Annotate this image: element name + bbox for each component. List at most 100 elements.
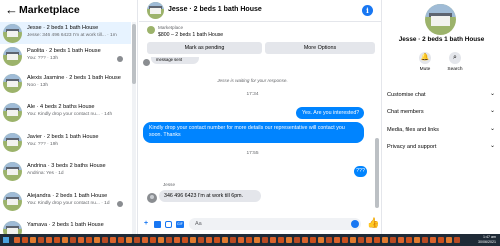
sender-avatar[interactable]: [147, 193, 157, 203]
taskbar-app-icon[interactable]: [262, 237, 268, 243]
taskbar-app-icon[interactable]: [30, 237, 36, 243]
taskbar-app-icon[interactable]: [454, 237, 460, 243]
list-scrollbar-thumb[interactable]: [132, 24, 136, 84]
taskbar-app-icon[interactable]: [86, 237, 92, 243]
chat-title[interactable]: Jesse · 2 beds 1 bath House: [168, 5, 262, 14]
taskbar-app-icon[interactable]: [302, 237, 308, 243]
chat-members-item[interactable]: Chat members ⌄: [387, 105, 496, 119]
listing-thumbnail: [3, 221, 22, 234]
back-arrow-icon[interactable]: ←: [5, 2, 18, 18]
taskbar-app-icon[interactable]: [174, 237, 180, 243]
like-icon[interactable]: 👍: [367, 218, 379, 229]
taskbar-app-icon[interactable]: [406, 237, 412, 243]
taskbar-app-icon[interactable]: [374, 237, 380, 243]
taskbar-app-icon[interactable]: [430, 237, 436, 243]
emoji-icon[interactable]: [351, 220, 359, 228]
taskbar-app-icon[interactable]: [78, 237, 84, 243]
taskbar-app-icon[interactable]: [446, 237, 452, 243]
taskbar-app-icon[interactable]: [326, 237, 332, 243]
taskbar-app-icon[interactable]: [38, 237, 44, 243]
taskbar-app-icon[interactable]: [254, 237, 260, 243]
privacy-support-item[interactable]: Privacy and support ⌄: [387, 140, 496, 154]
conversation-title: Alexis Jasmine · 2 beds 1 bath House: [27, 75, 121, 81]
details-title: Jesse · 2 beds 1 bath House: [398, 36, 485, 43]
taskbar-app-icon[interactable]: [366, 237, 372, 243]
listing-price[interactable]: $800 – 2 beds 1 bath House: [158, 32, 223, 39]
mark-as-pending-button[interactable]: Mark as pending: [147, 42, 262, 54]
taskbar-app-icon[interactable]: [222, 237, 228, 243]
taskbar-app-icon[interactable]: [214, 237, 220, 243]
listing-thumbnail: [3, 24, 22, 43]
taskbar-app-icon[interactable]: [126, 237, 132, 243]
conversation-item[interactable]: Ale · 4 beds 2 baths House You: Kindly d…: [0, 101, 131, 123]
taskbar-app-icon[interactable]: [334, 237, 340, 243]
message-area: message sent Jesse is waiting for your r…: [139, 56, 382, 214]
taskbar-app-icon[interactable]: [70, 237, 76, 243]
gif-icon[interactable]: GIF: [176, 221, 184, 228]
conversation-preview: You: Kindly drop your contact nu... · 1d: [27, 201, 110, 206]
taskbar-app-icon[interactable]: [438, 237, 444, 243]
taskbar-app-icon[interactable]: [54, 237, 60, 243]
media-files-links-item[interactable]: Media, files and links ⌄: [387, 123, 496, 137]
taskbar-app-icon[interactable]: [278, 237, 284, 243]
taskbar-app-icon[interactable]: [318, 237, 324, 243]
taskbar-app-icon[interactable]: [110, 237, 116, 243]
conversation-preview: You: ??? · 19h: [27, 142, 59, 147]
chat-avatar[interactable]: [147, 2, 164, 19]
info-icon[interactable]: i: [362, 5, 373, 16]
conversation-item[interactable]: Jesse · 2 beds 1 bath House Jesse: 346 4…: [0, 22, 131, 44]
os-taskbar: 1:47 am 30/06/2021: [0, 234, 500, 246]
taskbar-app-icon[interactable]: [342, 237, 348, 243]
conversation-item[interactable]: Yamava · 2 beds 1 bath House: [0, 219, 131, 234]
sticker-icon[interactable]: [165, 221, 172, 228]
conversation-item[interactable]: Alexis Jasmine · 2 beds 1 bath House Noo…: [0, 72, 131, 94]
listing-photo[interactable]: [425, 4, 456, 35]
windows-start-icon[interactable]: [3, 237, 9, 243]
taskbar-app-icon[interactable]: [62, 237, 68, 243]
taskbar-app-icon[interactable]: [286, 237, 292, 243]
taskbar-app-icon[interactable]: [382, 237, 388, 243]
taskbar-clock[interactable]: 1:47 am 30/06/2021: [474, 235, 496, 245]
taskbar-app-icon[interactable]: [206, 237, 212, 243]
image-icon[interactable]: [154, 221, 161, 228]
plus-icon[interactable]: +: [142, 220, 150, 228]
taskbar-app-icon[interactable]: [166, 237, 172, 243]
timestamp: 17:55: [246, 151, 259, 156]
taskbar-app-icon[interactable]: [134, 237, 140, 243]
listing-thumbnail: [3, 162, 22, 181]
taskbar-app-icon[interactable]: [422, 237, 428, 243]
taskbar-app-icon[interactable]: [294, 237, 300, 243]
taskbar-app-icon[interactable]: [46, 237, 52, 243]
taskbar-app-icon[interactable]: [310, 237, 316, 243]
taskbar-app-icon[interactable]: [22, 237, 28, 243]
conversation-item[interactable]: Alejandra · 2 beds 1 bath House You: Kin…: [0, 190, 131, 212]
taskbar-app-icon[interactable]: [230, 237, 236, 243]
taskbar-app-icon[interactable]: [246, 237, 252, 243]
taskbar-app-icon[interactable]: [198, 237, 204, 243]
taskbar-app-icon[interactable]: [350, 237, 356, 243]
taskbar-app-icon[interactable]: [390, 237, 396, 243]
taskbar-app-icon[interactable]: [190, 237, 196, 243]
taskbar-app-icon[interactable]: [118, 237, 124, 243]
sender-name: Jesse: [163, 182, 176, 187]
conversation-item[interactable]: Paolita · 2 beds 1 bath House You: ??? ·…: [0, 45, 131, 67]
customise-chat-item[interactable]: Customise chat ⌄: [387, 88, 496, 102]
chat-scrollbar-thumb[interactable]: [375, 138, 379, 208]
taskbar-app-icon[interactable]: [238, 237, 244, 243]
taskbar-app-icon[interactable]: [414, 237, 420, 243]
taskbar-app-icon[interactable]: [358, 237, 364, 243]
taskbar-app-icon[interactable]: [398, 237, 404, 243]
taskbar-app-icon[interactable]: [102, 237, 108, 243]
taskbar-app-icon[interactable]: [142, 237, 148, 243]
chevron-down-icon: ⌄: [490, 143, 496, 149]
taskbar-app-icon[interactable]: [182, 237, 188, 243]
taskbar-app-icon[interactable]: [150, 237, 156, 243]
taskbar-app-icon[interactable]: [14, 237, 20, 243]
conversation-item[interactable]: Javier · 2 beds 1 bath House You: ??? · …: [0, 131, 131, 153]
taskbar-app-icon[interactable]: [270, 237, 276, 243]
more-options-button[interactable]: More Options: [265, 42, 375, 54]
message-input[interactable]: Aa: [189, 218, 361, 230]
taskbar-app-icon[interactable]: [158, 237, 164, 243]
taskbar-app-icon[interactable]: [94, 237, 100, 243]
conversation-item[interactable]: Andrina · 3 beds 2 baths House Andrina: …: [0, 160, 131, 182]
